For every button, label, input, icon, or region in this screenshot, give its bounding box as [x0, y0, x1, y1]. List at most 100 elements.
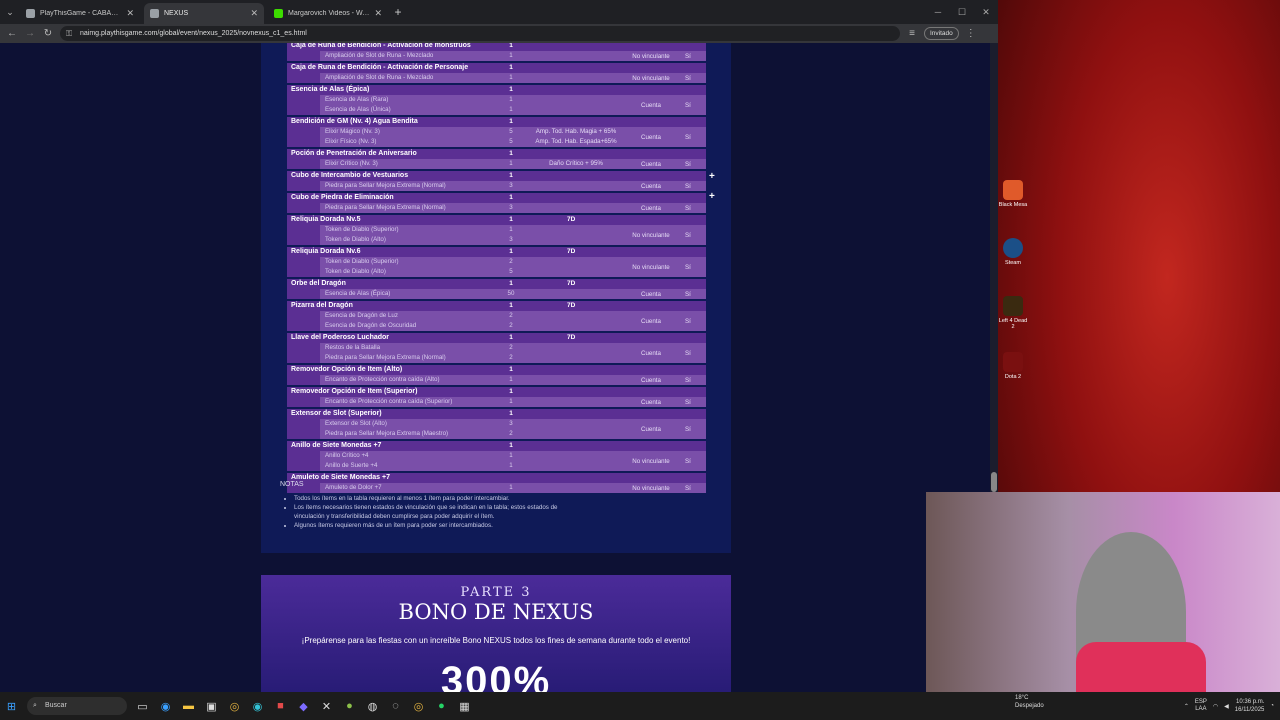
app-icon-green[interactable]: ●	[339, 695, 361, 717]
desktop-icon-label: Steam	[1005, 260, 1021, 266]
table-row: Cubo de Intercambio de Vestuarios 1 Piedra…	[287, 171, 706, 191]
required-item-name: Token de Diablo (Alto)	[325, 268, 386, 275]
calculator-icon[interactable]: ▦	[454, 695, 476, 717]
browser-tab[interactable]: PlayThisGame - CABAL - Notice ✕	[20, 3, 140, 24]
site-info-icon[interactable]: ⚿	[66, 26, 72, 41]
browser-tab[interactable]: Margarovich Videos - Watch Cl ✕	[268, 3, 388, 24]
app-icon-globe[interactable]: ◌	[385, 695, 407, 717]
forward-icon[interactable]: →	[24, 28, 36, 39]
required-item-name: Anillo Crítico +4	[325, 452, 369, 459]
reload-icon[interactable]: ↻	[42, 28, 54, 39]
app-icon-x[interactable]: ✕	[316, 695, 338, 717]
whatsapp-icon[interactable]: ●	[431, 695, 453, 717]
browser-tab[interactable]: NEXUS ✕	[144, 3, 264, 24]
start-icon[interactable]: ⊞	[1, 695, 23, 717]
app-icon-red[interactable]: ■	[270, 695, 292, 717]
notification-bell-icon[interactable]: ◔	[1270, 703, 1274, 709]
required-item-qty: 1	[509, 52, 513, 59]
volume-icon[interactable]: ◀	[1224, 703, 1229, 710]
tradable-status: Sí	[685, 264, 691, 271]
required-item-qty: 3	[509, 204, 513, 211]
table-row: Reliquia Dorada Nv.6 1 7D Token de Diablo (…	[287, 247, 706, 277]
expand-plus-icon[interactable]: +	[709, 191, 715, 202]
tab-search-icon[interactable]: ⌄	[0, 7, 20, 18]
tradable-status: Sí	[685, 318, 691, 325]
close-tab-icon[interactable]: ✕	[374, 8, 382, 19]
lang-code: ESP	[1194, 699, 1207, 705]
desktop-icon-label: Left 4 Dead 2	[998, 318, 1028, 330]
required-item-qty: 3	[509, 182, 513, 189]
scrollbar-thumb[interactable]	[991, 472, 997, 492]
table-row: Anillo de Siete Monedas +7 1 Anillo Crític…	[287, 441, 706, 471]
item-period: 7D	[567, 248, 576, 255]
chrome-icon[interactable]: ◎	[224, 695, 246, 717]
desktop-icon-label: Black Mesa	[998, 202, 1028, 208]
page-content: Caja de Runa de Bendición - Activación d…	[0, 43, 990, 692]
edge-icon[interactable]: ◉	[155, 695, 177, 717]
required-item-qty: 5	[509, 128, 513, 135]
item-title: Removedor Opción de Item (Superior)	[291, 388, 418, 395]
weather-widget[interactable]: 18°C Despejado	[1015, 694, 1044, 710]
close-window-button[interactable]: ✕	[974, 0, 998, 24]
required-item-name: Encanto de Protección contra caída (Alto…	[325, 376, 440, 383]
table-row: Caja de Runa de Bendición - Activación d…	[287, 63, 706, 83]
tradable-status: Sí	[685, 232, 691, 239]
language-indicator[interactable]: ESP LAA	[1195, 699, 1207, 713]
desktop-icon-dota2[interactable]: Dota 2	[998, 352, 1028, 380]
item-title: Anillo de Siete Monedas +7	[291, 442, 382, 449]
binding-status: Cuenta	[641, 183, 661, 190]
minimize-button[interactable]: ─	[926, 0, 950, 24]
binding-status: No vinculante	[632, 458, 670, 465]
discord-icon[interactable]: ◆	[293, 695, 315, 717]
table-row: Removedor Opción de Item (Alto) 1 Encanto …	[287, 365, 706, 385]
table-row: Caja de Runa de Bendición - Activación d…	[287, 43, 706, 61]
tab-title: NEXUS	[164, 10, 189, 17]
lang-layout: LAA	[1195, 706, 1207, 712]
binding-status: Cuenta	[641, 205, 661, 212]
edge-icon-2[interactable]: ◉	[247, 695, 269, 717]
menu-icon[interactable]: ⋮	[965, 28, 977, 39]
required-item-name: Piedra para Sellar Mejora Extrema (Norma…	[325, 182, 446, 189]
new-tab-button[interactable]: +	[388, 5, 408, 19]
required-item-name: Elixir Físico (Nv. 3)	[325, 138, 377, 145]
binding-status: No vinculante	[632, 232, 670, 239]
maximize-button[interactable]: ☐	[950, 0, 974, 24]
steam-icon	[1003, 238, 1023, 258]
extensions-icon[interactable]: ≡	[906, 28, 918, 39]
required-item-qty: 2	[509, 354, 513, 361]
chrome-icon-2[interactable]: ◎	[408, 695, 430, 717]
tray-chevron-icon[interactable]: ⌃	[1184, 703, 1189, 710]
required-item-qty: 2	[509, 430, 513, 437]
item-title: Esencia de Alas (Épica)	[291, 86, 370, 93]
task-view-icon[interactable]: ▭	[132, 695, 154, 717]
table-row: Llave del Poderoso Luchador 1 7D Restos de …	[287, 333, 706, 363]
close-tab-icon[interactable]: ✕	[126, 8, 134, 19]
required-item-name: Elixir Mágico (Nv. 3)	[325, 128, 380, 135]
desktop-icon-steam[interactable]: Steam	[998, 238, 1028, 266]
desktop-icon-black-mesa[interactable]: Black Mesa	[998, 180, 1028, 208]
close-tab-icon[interactable]: ✕	[250, 8, 258, 19]
back-icon[interactable]: ←	[6, 28, 18, 39]
url-input[interactable]: ⚿ naimg.playthisgame.com/global/event/ne…	[60, 26, 900, 41]
required-item-qty: 2	[509, 344, 513, 351]
required-item-name: Esencia de Dragón de Oscuridad	[325, 322, 417, 329]
obs-icon[interactable]: ◍	[362, 695, 384, 717]
desktop-icon-left4dead2[interactable]: Left 4 Dead 2	[998, 296, 1028, 330]
store-icon[interactable]: ▣	[201, 695, 223, 717]
window-controls: ─ ☐ ✕	[926, 0, 998, 24]
taskbar-search[interactable]: ⌕ Buscar	[27, 697, 127, 715]
clock-date: 16/11/2025	[1234, 707, 1265, 713]
required-item-name: Esencia de Alas (Rara)	[325, 96, 389, 103]
required-item-name: Extensor de Slot (Alto)	[325, 420, 387, 427]
file-explorer-icon[interactable]: ▬	[178, 695, 200, 717]
required-item-name: Piedra para Sellar Mejora Extrema (Norma…	[325, 354, 446, 361]
expand-plus-icon[interactable]: +	[709, 171, 715, 182]
item-qty: 1	[509, 194, 513, 201]
required-item-qty: 1	[509, 398, 513, 405]
item-qty: 1	[509, 86, 513, 93]
wifi-icon[interactable]: ◠	[1213, 703, 1218, 710]
binding-status: Cuenta	[641, 102, 661, 109]
clock[interactable]: 10:36 p.m. 16/11/2025	[1235, 698, 1265, 714]
required-item-effect: Amp. Tod. Hab. Magia + 65%	[535, 128, 617, 135]
guest-profile-button[interactable]: Invitado	[924, 27, 959, 40]
